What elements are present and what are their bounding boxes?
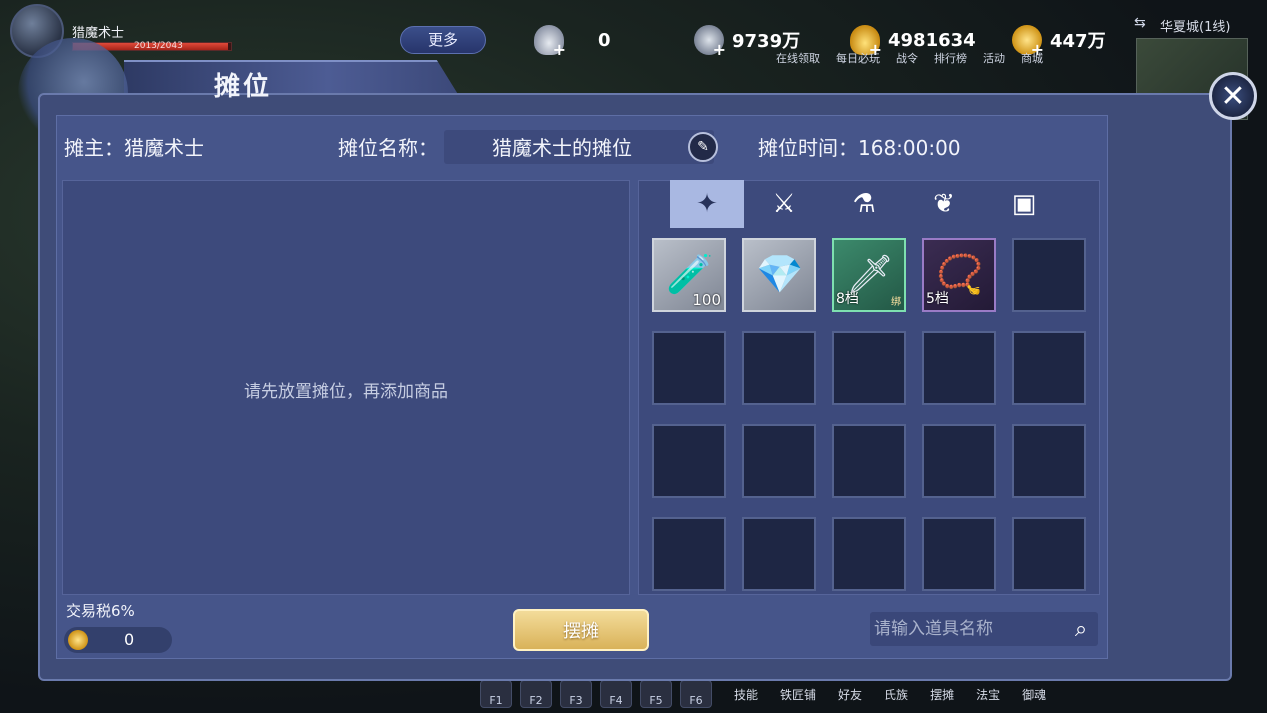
tab-all[interactable]: ✦ [670, 180, 744, 228]
inventory-slot[interactable] [922, 331, 996, 405]
menu-label[interactable]: 铁匠铺 [780, 686, 816, 703]
hotkey-slot[interactable]: F4 [600, 680, 632, 708]
inventory-grid: 🧪 100 💎 🗡 8档 绑 📿 5档 [652, 238, 1088, 591]
inventory-slot[interactable]: 📿 5档 [922, 238, 996, 312]
inventory-slot[interactable] [742, 424, 816, 498]
shortcut-label[interactable]: 活动 [983, 50, 1005, 66]
tab-material[interactable]: ❦ [904, 180, 984, 228]
currency-silver[interactable]: + 0 [534, 24, 611, 58]
edit-name-button[interactable]: ✎ [688, 132, 718, 162]
leaf-icon: ❦ [933, 189, 955, 219]
chest-icon: ▣ [1011, 189, 1037, 219]
menu-label[interactable]: 摆摊 [930, 686, 954, 703]
tax-label: 交易税6% [66, 602, 135, 620]
tab-weapon[interactable]: ⚔ [744, 180, 824, 228]
inventory-slot[interactable] [832, 331, 906, 405]
switch-line-icon[interactable]: ⇆ [1134, 15, 1146, 31]
blade-icon: ⚔ [772, 189, 796, 219]
empty-hint: 请先放置摊位，再添加商品 [244, 382, 448, 402]
silver-ingot-icon: + [534, 25, 566, 58]
stall-goods-area: 请先放置摊位，再添加商品 [62, 180, 630, 595]
inventory-slot[interactable] [1012, 331, 1086, 405]
item-bound: 绑 [891, 297, 901, 308]
crystal-icon: 💎 [756, 251, 804, 296]
shortcut-label[interactable]: 排行榜 [934, 50, 967, 66]
item-tier: 8档 [836, 291, 859, 307]
inventory-slot[interactable]: 💎 [742, 238, 816, 312]
stall-name-value: 猎魔术士的摊位 [492, 136, 632, 160]
inventory-slot[interactable] [922, 424, 996, 498]
bound-silver-icon: + [694, 25, 726, 58]
hp-text: 2013/2043 [134, 41, 183, 51]
shortcut-label[interactable]: 每日必玩 [836, 50, 880, 66]
inventory-slot[interactable]: 🧪 100 [652, 238, 726, 312]
inventory-slot[interactable] [742, 517, 816, 591]
menu-label[interactable]: 法宝 [976, 686, 1000, 703]
menu-label[interactable]: 氏族 [884, 686, 908, 703]
shortcut-label[interactable]: 在线领取 [776, 50, 820, 66]
pencil-icon: ✎ [697, 139, 709, 155]
shortcut-label[interactable]: 战令 [896, 50, 918, 66]
shortcut-label[interactable]: 商城 [1021, 50, 1043, 66]
city-name[interactable]: 华夏城(1线) [1160, 16, 1230, 35]
close-button[interactable]: ✕ [1209, 72, 1257, 120]
set-up-stall-button[interactable]: 摆摊 [513, 609, 649, 651]
top-hud: 猎魔术士 2013/2043 更多 + 0 + 9739万 + 4981634 … [0, 0, 1267, 65]
currency-value: 0 [598, 29, 611, 51]
inventory-slot[interactable] [652, 331, 726, 405]
inventory-slot[interactable] [1012, 424, 1086, 498]
stall-owner: 摊主：猎魔术士 [64, 136, 204, 160]
search-icon[interactable]: ⌕ [1066, 614, 1096, 644]
inventory-slot[interactable] [1012, 238, 1086, 312]
shortcut-labels: 在线领取 每日必玩 战令 排行榜 活动 商城 [776, 50, 1043, 66]
diamond-icon: ✦ [696, 189, 718, 219]
inventory-slot[interactable]: 🗡 8档 绑 [832, 238, 906, 312]
more-button[interactable]: 更多 [400, 26, 486, 54]
menu-label[interactable]: 御魂 [1022, 686, 1046, 703]
potion-icon: ⚗ [852, 189, 876, 219]
menu-label[interactable]: 技能 [734, 686, 758, 703]
inventory-slot[interactable] [922, 517, 996, 591]
tab-chest[interactable]: ▣ [984, 180, 1064, 228]
currency-value: 4981634 [888, 29, 976, 51]
inventory-slot[interactable] [652, 517, 726, 591]
stall-name-label: 摊位名称： [338, 136, 438, 160]
currency-value: 447万 [1050, 31, 1106, 52]
hotkey-slot[interactable]: F2 [520, 680, 552, 708]
inventory-slot[interactable] [652, 424, 726, 498]
item-tier: 5档 [926, 291, 949, 307]
tab-potion[interactable]: ⚗ [824, 180, 904, 228]
tax-value: 0 [124, 630, 135, 649]
close-icon: ✕ [1220, 78, 1246, 114]
inventory-slot[interactable] [832, 424, 906, 498]
inventory-slot[interactable] [742, 331, 816, 405]
hotkey-slot[interactable]: F1 [480, 680, 512, 708]
game-screen: 猎魔术士 2013/2043 更多 + 0 + 9739万 + 4981634 … [0, 0, 1267, 713]
item-quantity: 100 [692, 291, 721, 309]
stall-time: 摊位时间：168:00:00 [758, 136, 961, 160]
bottom-bar: F1 F2 F3 F4 F5 F6 技能 铁匠铺 好友 氏族 摆摊 法宝 御魂 [480, 676, 1267, 712]
panel-title: 摊位 [214, 72, 273, 102]
inventory-tabs: ✦ ⚔ ⚗ ❦ ▣ [670, 180, 1070, 228]
hotkey-slot[interactable]: F5 [640, 680, 672, 708]
coin-icon [68, 630, 88, 650]
hotkey-slot[interactable]: F3 [560, 680, 592, 708]
hotkey-slot[interactable]: F6 [680, 680, 712, 708]
inventory-slot[interactable] [1012, 517, 1086, 591]
stall-info-row: 摊主：猎魔术士 摊位名称： 猎魔术士的摊位 ✎ 摊位时间：168:00:00 [54, 130, 1104, 166]
inventory-slot[interactable] [832, 517, 906, 591]
menu-label[interactable]: 好友 [838, 686, 862, 703]
search-input[interactable] [874, 614, 1058, 644]
